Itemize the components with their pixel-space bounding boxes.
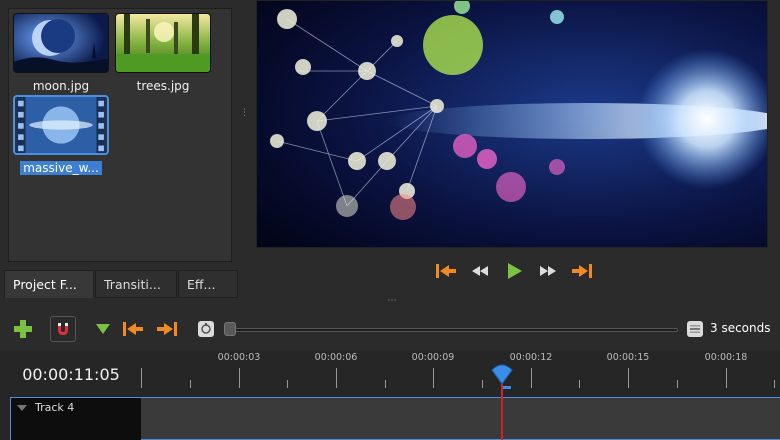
ruler-tick-label: 00:00:03 xyxy=(217,352,261,363)
moon-thumbnail xyxy=(13,13,109,73)
zoom-center-icon[interactable] xyxy=(193,316,219,342)
ruler-major-tick xyxy=(628,368,629,388)
tab-effects[interactable]: Eff... xyxy=(178,270,238,298)
ruler-minor-tick xyxy=(579,380,580,388)
video-thumbnail xyxy=(13,95,109,155)
ruler-major-tick xyxy=(239,368,240,388)
next-marker-icon[interactable] xyxy=(154,316,180,342)
ruler-major-tick xyxy=(726,368,727,388)
tab-project-files[interactable]: Project F... xyxy=(4,270,94,298)
video-preview xyxy=(256,0,768,248)
tab-transitions[interactable]: Transiti... xyxy=(95,270,177,298)
file-item-moon[interactable]: moon.jpg xyxy=(13,13,109,93)
ruler-major-tick xyxy=(531,368,532,388)
playback-controls xyxy=(434,258,594,284)
jump-to-end-icon[interactable] xyxy=(570,259,594,283)
preview-frame-image xyxy=(257,1,767,247)
track-header[interactable]: Track 4 xyxy=(11,398,141,440)
ruler-minor-tick xyxy=(190,380,191,388)
track-name: Track 4 xyxy=(35,401,75,414)
add-track-icon[interactable] xyxy=(10,316,36,342)
current-timecode: 00:00:11:05 xyxy=(22,365,120,384)
ruler-minor-tick xyxy=(287,380,288,388)
ruler-tick-label: 00:00:12 xyxy=(509,352,553,363)
zoom-level-label: 3 seconds xyxy=(710,321,771,335)
ruler-major-tick xyxy=(141,368,142,388)
trees-thumbnail xyxy=(115,13,211,73)
timeline-toolbar: 3 seconds xyxy=(0,314,780,344)
ruler-tick-label: 00:00:15 xyxy=(606,352,650,363)
file-name: moon.jpg xyxy=(32,79,90,93)
project-files-panel: moon.jpg trees.jpg massive_w... xyxy=(8,8,232,262)
time-ruler[interactable]: 00:00:03 00:00:06 00:00:09 00:00:12 00:0… xyxy=(140,350,780,394)
ruler-minor-tick xyxy=(774,380,775,388)
file-item-massive-video[interactable]: massive_w... xyxy=(13,95,109,175)
track-collapse-icon[interactable] xyxy=(17,405,27,411)
timeline: 00:00:11:05 00:00:03 00:00:06 00:00:09 0… xyxy=(0,350,780,440)
ruler-tick-label: 00:00:09 xyxy=(411,352,455,363)
file-name: massive_w... xyxy=(20,161,102,175)
play-icon[interactable] xyxy=(502,259,526,283)
rewind-icon[interactable] xyxy=(468,259,492,283)
file-name: trees.jpg xyxy=(136,79,190,93)
vertical-splitter-handle[interactable]: ⋮ xyxy=(240,109,249,130)
snapping-magnet-icon[interactable] xyxy=(50,316,76,342)
file-item-trees[interactable]: trees.jpg xyxy=(115,13,211,93)
ruler-minor-tick xyxy=(677,380,678,388)
jump-to-start-icon[interactable] xyxy=(434,259,458,283)
add-marker-icon[interactable] xyxy=(90,316,116,342)
ruler-tick-label: 00:00:18 xyxy=(704,352,748,363)
ruler-minor-tick xyxy=(482,380,483,388)
ruler-major-tick xyxy=(336,368,337,388)
ruler-tick-label: 00:00:06 xyxy=(314,352,358,363)
zoom-slider-track[interactable] xyxy=(226,328,678,332)
ruler-major-tick xyxy=(433,368,434,388)
previous-marker-icon[interactable] xyxy=(120,316,146,342)
ruler-minor-tick xyxy=(385,380,386,388)
playhead-marker-icon[interactable] xyxy=(490,362,514,390)
zoom-slider-handle[interactable] xyxy=(224,322,236,336)
timeline-track[interactable]: Track 4 xyxy=(10,397,780,440)
zoom-level-icon xyxy=(682,316,708,342)
fast-forward-icon[interactable] xyxy=(536,259,560,283)
left-panel-tabs: Project F... Transiti... Eff... xyxy=(4,270,239,298)
horizontal-splitter-handle[interactable]: ⋯ xyxy=(382,297,402,306)
